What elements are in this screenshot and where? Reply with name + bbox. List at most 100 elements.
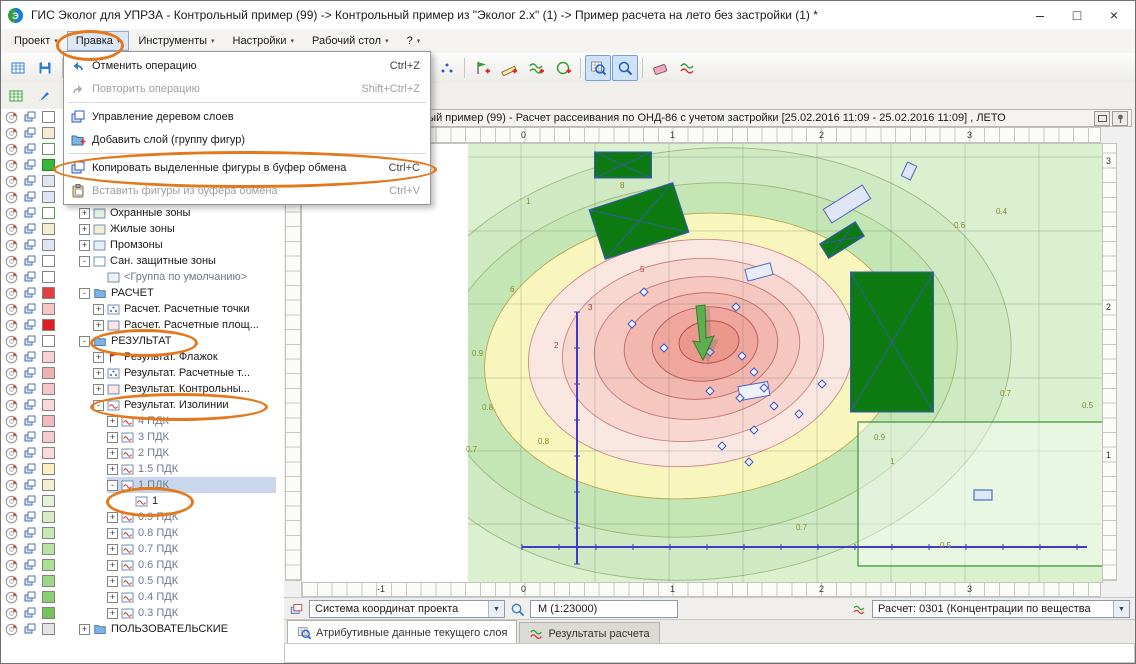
layer-visibility-icon[interactable]	[4, 607, 18, 620]
layer-visibility-icon[interactable]	[4, 383, 18, 396]
layer-visibility-icon[interactable]	[4, 351, 18, 364]
map-canvas[interactable]: 1863250.90.80.70.40.60.70.50.910.70.50.8	[301, 143, 1103, 583]
coord-system-select[interactable]: Система координат проекта ▼	[309, 600, 505, 618]
tree-row[interactable]: +Охранные зоны	[1, 205, 284, 221]
tree-row-label[interactable]: 0.9 ПДК	[138, 511, 178, 523]
menu-tools[interactable]: Инструменты▾	[129, 31, 223, 51]
layer-visibility-icon[interactable]	[4, 223, 18, 236]
collapse-icon[interactable]: -	[79, 288, 90, 299]
scale-zoom-icon[interactable]	[510, 602, 525, 617]
calc-select[interactable]: Расчет: 0301 (Концентрации по вещества ▼	[872, 600, 1130, 618]
project-table-button[interactable]	[5, 55, 31, 81]
expand-icon[interactable]: +	[107, 464, 118, 475]
menu-help[interactable]: ?▾	[398, 31, 430, 51]
layer-stack-icon[interactable]	[22, 127, 37, 139]
layer-color-swatch[interactable]	[42, 543, 55, 555]
layer-color-swatch[interactable]	[42, 351, 55, 363]
layer-color-swatch[interactable]	[42, 447, 55, 459]
layer-visibility-icon[interactable]	[4, 287, 18, 300]
layer-color-swatch[interactable]	[42, 175, 55, 187]
layer-stack-icon[interactable]	[22, 415, 37, 427]
tree-row-label[interactable]: ПОЛЬЗОВАТЕЛЬСКИЕ	[111, 623, 228, 635]
tree-row[interactable]: +1.5 ПДК	[1, 461, 284, 477]
layer-visibility-icon[interactable]	[4, 255, 18, 268]
tree-row[interactable]: +0.8 ПДК	[1, 525, 284, 541]
expand-icon[interactable]: +	[93, 352, 104, 363]
layer-color-swatch[interactable]	[42, 383, 55, 395]
menu-desktop[interactable]: Рабочий стол▾	[303, 31, 398, 51]
collapse-icon[interactable]: -	[79, 256, 90, 267]
zoom-select-button[interactable]	[612, 55, 638, 81]
tree-row-label[interactable]: Результат. Изолинии	[124, 399, 229, 411]
expand-icon[interactable]: +	[107, 544, 118, 555]
expand-icon[interactable]: +	[93, 384, 104, 395]
layer-color-swatch[interactable]	[42, 463, 55, 475]
layer-stack-icon[interactable]	[22, 479, 37, 491]
layer-stack-icon[interactable]	[22, 271, 37, 283]
expand-icon[interactable]: +	[107, 512, 118, 523]
expand-icon[interactable]: +	[107, 608, 118, 619]
layer-stack-icon[interactable]	[22, 351, 37, 363]
layer-stack-icon[interactable]	[22, 159, 37, 171]
layer-stack-icon[interactable]	[22, 447, 37, 459]
menu-edit[interactable]: Правка▾	[67, 31, 130, 51]
tree-row[interactable]: +Жилые зоны	[1, 221, 284, 237]
expand-icon[interactable]: +	[93, 368, 104, 379]
chevron-down-icon[interactable]: ▼	[488, 601, 504, 617]
layer-stack-icon[interactable]	[22, 383, 37, 395]
paint-tool-button[interactable]	[31, 83, 57, 109]
points-tool-button[interactable]	[434, 55, 460, 81]
maximize-button[interactable]: □	[1062, 4, 1092, 26]
eraser-tool-button[interactable]	[647, 55, 673, 81]
tree-row[interactable]: +4 ПДК	[1, 413, 284, 429]
attr-table-tool-button[interactable]	[3, 83, 29, 109]
expand-icon[interactable]: +	[107, 416, 118, 427]
layer-visibility-icon[interactable]	[4, 319, 18, 332]
layer-stack-icon[interactable]	[22, 607, 37, 619]
tree-row[interactable]: -Сан. защитные зоны	[1, 253, 284, 269]
collapse-icon[interactable]: -	[93, 400, 104, 411]
layer-visibility-icon[interactable]	[4, 175, 18, 188]
menu-project[interactable]: Проект▾	[5, 31, 67, 51]
expand-icon[interactable]: +	[79, 624, 90, 635]
building-figure[interactable]	[851, 272, 934, 412]
layer-stack-icon[interactable]	[22, 303, 37, 315]
tree-row[interactable]: +0.5 ПДК	[1, 573, 284, 589]
layer-visibility-icon[interactable]	[4, 239, 18, 252]
tree-row[interactable]: - Результат. Изолинии	[1, 397, 284, 413]
layer-visibility-icon[interactable]	[4, 111, 18, 124]
layer-visibility-icon[interactable]	[4, 191, 18, 204]
tree-row[interactable]: -РЕЗУЛЬТАТ	[1, 333, 284, 349]
building-figure[interactable]	[595, 152, 652, 178]
layer-visibility-icon[interactable]	[4, 399, 18, 412]
layer-color-swatch[interactable]	[42, 191, 55, 203]
layer-color-swatch[interactable]	[42, 607, 55, 619]
layer-visibility-icon[interactable]	[4, 511, 18, 524]
layer-color-swatch[interactable]	[42, 559, 55, 571]
layer-visibility-icon[interactable]	[4, 623, 18, 636]
layer-stack-icon[interactable]	[22, 335, 37, 347]
layer-visibility-icon[interactable]	[4, 447, 18, 460]
layer-visibility-icon[interactable]	[4, 335, 18, 348]
layer-visibility-icon[interactable]	[4, 495, 18, 508]
edit-menu-item-copy-figures[interactable]: Копировать выделенные фигуры в буфер обм…	[64, 156, 430, 179]
edit-menu-item-undo[interactable]: Отменить операциюCtrl+Z	[64, 54, 430, 77]
expand-icon[interactable]: +	[107, 528, 118, 539]
layer-stack-icon[interactable]	[22, 463, 37, 475]
layer-visibility-icon[interactable]	[4, 127, 18, 140]
add-ruler-button[interactable]	[496, 55, 522, 81]
layer-color-swatch[interactable]	[42, 207, 55, 219]
layer-stack-icon[interactable]	[22, 399, 37, 411]
tree-row[interactable]: +0.4 ПДК	[1, 589, 284, 605]
profile-tool-button[interactable]	[674, 55, 700, 81]
layer-stack-icon[interactable]	[22, 207, 37, 219]
tree-row[interactable]: +Результат. Расчетные т...	[1, 365, 284, 381]
tree-row-label[interactable]: Результат. Флажок	[124, 351, 218, 363]
edit-menu-item-redo[interactable]: Повторить операциюShift+Ctrl+Z	[64, 77, 430, 100]
layer-visibility-icon[interactable]	[4, 159, 18, 172]
tree-row[interactable]: +3 ПДК	[1, 429, 284, 445]
layer-visibility-icon[interactable]	[4, 543, 18, 556]
layer-visibility-icon[interactable]	[4, 415, 18, 428]
layer-stack-icon[interactable]	[22, 543, 37, 555]
layer-visibility-icon[interactable]	[4, 591, 18, 604]
